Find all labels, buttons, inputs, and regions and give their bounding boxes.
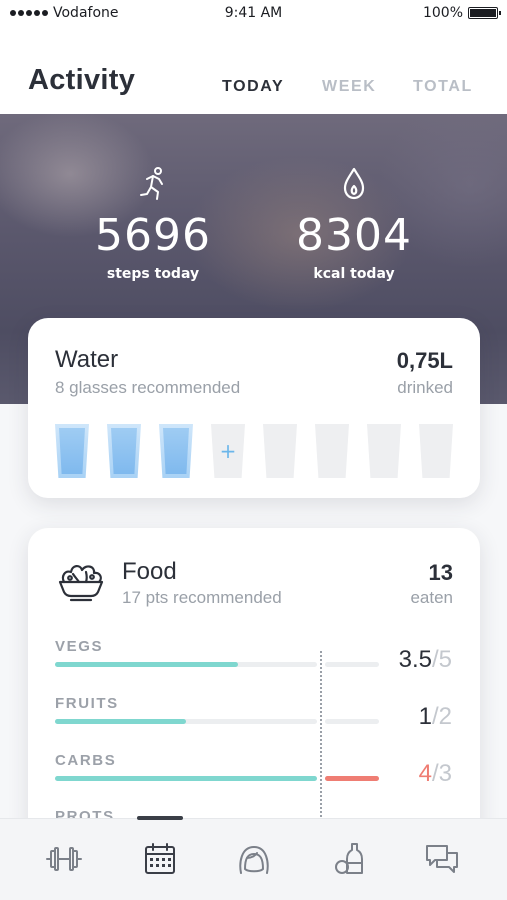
food-title: Food: [122, 558, 177, 585]
steps-label: steps today: [106, 266, 200, 282]
salad-bowl-icon: [58, 565, 104, 602]
chat-icon[interactable]: [422, 841, 462, 877]
nutrient-target: /5: [431, 646, 452, 673]
battery-icon: [468, 7, 501, 19]
nutrient-bar-fill: [55, 719, 186, 724]
water-glass-empty[interactable]: [263, 424, 297, 478]
nutrient-target-value: 5: [438, 646, 452, 673]
nutrient-target: /3: [431, 760, 452, 787]
nutrient-bar-fill: [55, 662, 239, 667]
water-glass-full[interactable]: [159, 424, 193, 478]
nutrient-bar-over-carbs: [325, 776, 379, 781]
nutrient-bar-over-fruits: [325, 719, 379, 724]
nutrient-value-fruits: 1/2: [419, 703, 452, 731]
food-total-label: eaten: [410, 588, 453, 607]
dumbbell-icon[interactable]: [44, 841, 84, 877]
tab-total[interactable]: TOTAL: [413, 78, 473, 96]
kcal-value: 8304: [296, 210, 412, 261]
battery: 100%: [422, 5, 501, 21]
nutrient-eaten: 1: [418, 703, 432, 730]
nutrient-target-value: 3: [438, 760, 452, 787]
water-glass-empty[interactable]: [367, 424, 401, 478]
water-glass-empty[interactable]: [419, 424, 453, 478]
nutrient-target-value: 2: [438, 703, 452, 730]
calendar-icon[interactable]: [140, 841, 180, 877]
water-glasses: +: [55, 424, 455, 480]
nutrient-eaten: 4: [418, 760, 432, 787]
active-tab-indicator: [137, 816, 183, 820]
water-card: Water 8 glasses recommended 0,75L drinke…: [28, 318, 480, 498]
nutrient-bar-fruits: [55, 719, 317, 724]
bottom-nav: [0, 816, 507, 900]
add-glass-button[interactable]: +: [211, 424, 245, 478]
nutrient-label-fruits: FRUITS: [55, 695, 119, 712]
water-glass-full[interactable]: [107, 424, 141, 478]
nutrient-eaten: 3.5: [398, 646, 432, 673]
food-card: Food 17 pts recommended 13 eaten VEGS 3.…: [28, 528, 480, 858]
nutrient-target: /2: [431, 703, 452, 730]
status-bar: Vodafone 9:41 AM 100%: [0, 0, 507, 28]
water-amount-label: drinked: [397, 378, 453, 397]
battery-percent: 100%: [422, 5, 463, 21]
food-total: 13: [428, 560, 453, 585]
water-amount: 0,75L: [396, 348, 453, 373]
nutrient-bar-fill: [55, 776, 317, 781]
nutrient-value-carbs: 4/3: [419, 760, 452, 788]
kcal-label: kcal today: [313, 266, 395, 282]
running-icon: [140, 167, 163, 200]
nutrient-label-vegs: VEGS: [55, 638, 104, 655]
water-subtitle: 8 glasses recommended: [55, 378, 241, 397]
nutrient-bar-over-vegs: [325, 662, 379, 667]
page-title: Activity: [28, 64, 136, 96]
nutrient-bar-vegs: [55, 662, 317, 667]
bottles-icon[interactable]: [330, 841, 370, 877]
food-subtitle: 17 pts recommended: [122, 588, 282, 607]
avatar-face-icon[interactable]: [234, 841, 274, 877]
drop-icon: [343, 167, 365, 200]
water-glass-full[interactable]: [55, 424, 89, 478]
nutrient-bar-carbs: [55, 776, 317, 781]
header: Activity TODAY WEEK TOTAL: [0, 28, 507, 114]
steps-value: 5696: [95, 210, 211, 261]
nutrient-value-vegs: 3.5/5: [399, 646, 452, 674]
tab-week[interactable]: WEEK: [322, 78, 376, 96]
tab-today[interactable]: TODAY: [222, 78, 284, 96]
nutrient-bar-over-fill: [325, 776, 379, 781]
water-glass-empty[interactable]: [315, 424, 349, 478]
water-title: Water: [55, 346, 119, 373]
nutrient-label-carbs: CARBS: [55, 752, 117, 769]
